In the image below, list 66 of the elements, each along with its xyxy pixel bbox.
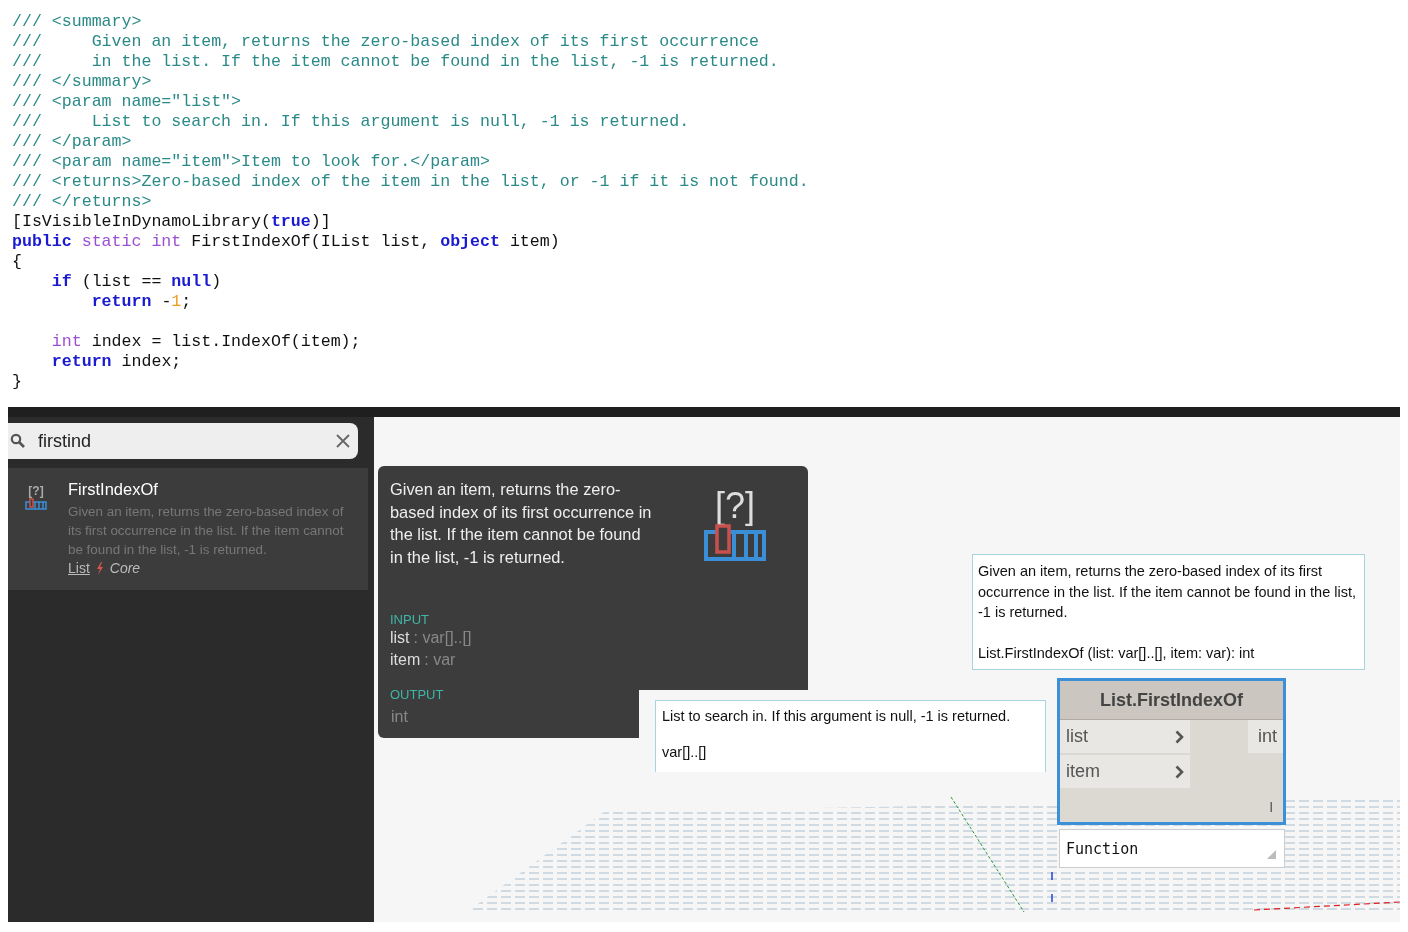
- input-port[interactable]: item: [1060, 755, 1190, 788]
- code-token: /// in the list. If the item cannot be found in the list, -1 is returned.: [12, 52, 779, 71]
- node-title: List.FirstIndexOf: [1060, 681, 1283, 720]
- close-icon[interactable]: [336, 434, 350, 448]
- code-token: [IsVisibleInDynamoLibrary(: [12, 212, 271, 231]
- code-token: index;: [120, 352, 182, 371]
- code-token: return: [90, 292, 152, 311]
- code-token: int: [50, 332, 82, 351]
- search-field[interactable]: firstind: [8, 423, 358, 459]
- code-token: FirstIndexOf(IList list,: [190, 232, 432, 251]
- code-token: public: [12, 232, 72, 251]
- output-type: int: [391, 708, 408, 726]
- tooltip-description: Given an item, returns the zero-based index of its first occurrence in the list. If the item cannot be found in the list, -1 is returned.: [390, 479, 652, 568]
- result-title: FirstIndexOf: [68, 480, 159, 499]
- code-token: true: [270, 212, 311, 231]
- code-token: /// </param>: [12, 132, 132, 151]
- code-token: if: [50, 272, 72, 291]
- code-token: ): [211, 272, 222, 291]
- code-token: index = list.IndexOf(item);: [90, 332, 361, 351]
- code-token: /// List to search in. If this argument is null, -1 is returned.: [12, 112, 690, 131]
- input-heading: INPUT: [390, 612, 430, 627]
- code-token: /// </returns>: [12, 192, 152, 211]
- input-name: list: [390, 629, 410, 646]
- code-token: /// </summary>: [12, 72, 152, 91]
- lacing-icon: [1270, 802, 1273, 812]
- chevron-icon: [1175, 764, 1184, 779]
- code-token: static int: [80, 232, 182, 251]
- category-link[interactable]: List: [68, 560, 90, 576]
- tooltip-description: Given an item, returns the zero-based index of its first occurrence in the list. If the item cannot be found in the list, -1 is returned.: [978, 562, 1357, 622]
- code-token: /// <returns>Zero-based index of the item in the list, or -1 if it is not found.: [12, 172, 809, 191]
- node-icon-label: [?]: [28, 484, 44, 498]
- tooltip-description: List to search in. If this argument is null, -1 is returned.: [662, 708, 1012, 724]
- list-bars-icon: [704, 524, 766, 561]
- search-input[interactable]: firstind: [36, 429, 326, 453]
- code-token: return: [50, 352, 112, 371]
- group-label: Core: [109, 560, 141, 576]
- list-bars-icon: [25, 498, 47, 510]
- code-token: /// Given an item, returns the zero-based index of its first occurrence: [12, 32, 759, 51]
- lightning-icon: [95, 561, 104, 575]
- code-token: {: [12, 252, 22, 271]
- code-token: /// <param name="list">: [12, 92, 242, 111]
- code-token: null: [171, 272, 212, 291]
- input-port[interactable]: list: [1060, 720, 1190, 753]
- tooltip-signature: List.FirstIndexOf (list: var[]..[], item: var): int: [978, 643, 1256, 663]
- code-token: }: [12, 372, 22, 391]
- node[interactable]: List.FirstIndexOf list item int: [1057, 678, 1286, 825]
- node-icon-label: [?]: [715, 488, 755, 524]
- chevron-icon: [1175, 729, 1184, 744]
- code-token: /// <param name="item">Item to look for.</param>: [12, 152, 490, 171]
- input-name: item: [390, 651, 421, 668]
- code-token: /// <summary>: [12, 12, 142, 31]
- tooltip-type: var[]..[]: [662, 744, 708, 760]
- code-token: 1: [171, 292, 182, 311]
- code-token: )]: [310, 212, 331, 231]
- code-token: item): [508, 232, 560, 251]
- code-token: (list ==: [80, 272, 163, 291]
- code-token: -: [160, 292, 172, 311]
- code-token: object: [440, 232, 500, 251]
- search-icon: [10, 433, 26, 449]
- code-token: ;: [181, 292, 192, 311]
- input-type: : var: [424, 651, 456, 668]
- input-type: : var[]..[]: [413, 629, 472, 646]
- output-heading: OUTPUT: [390, 687, 445, 702]
- resize-grip-icon: [1267, 850, 1276, 859]
- output-port[interactable]: int: [1248, 720, 1283, 753]
- node-type-field[interactable]: Function: [1059, 829, 1285, 868]
